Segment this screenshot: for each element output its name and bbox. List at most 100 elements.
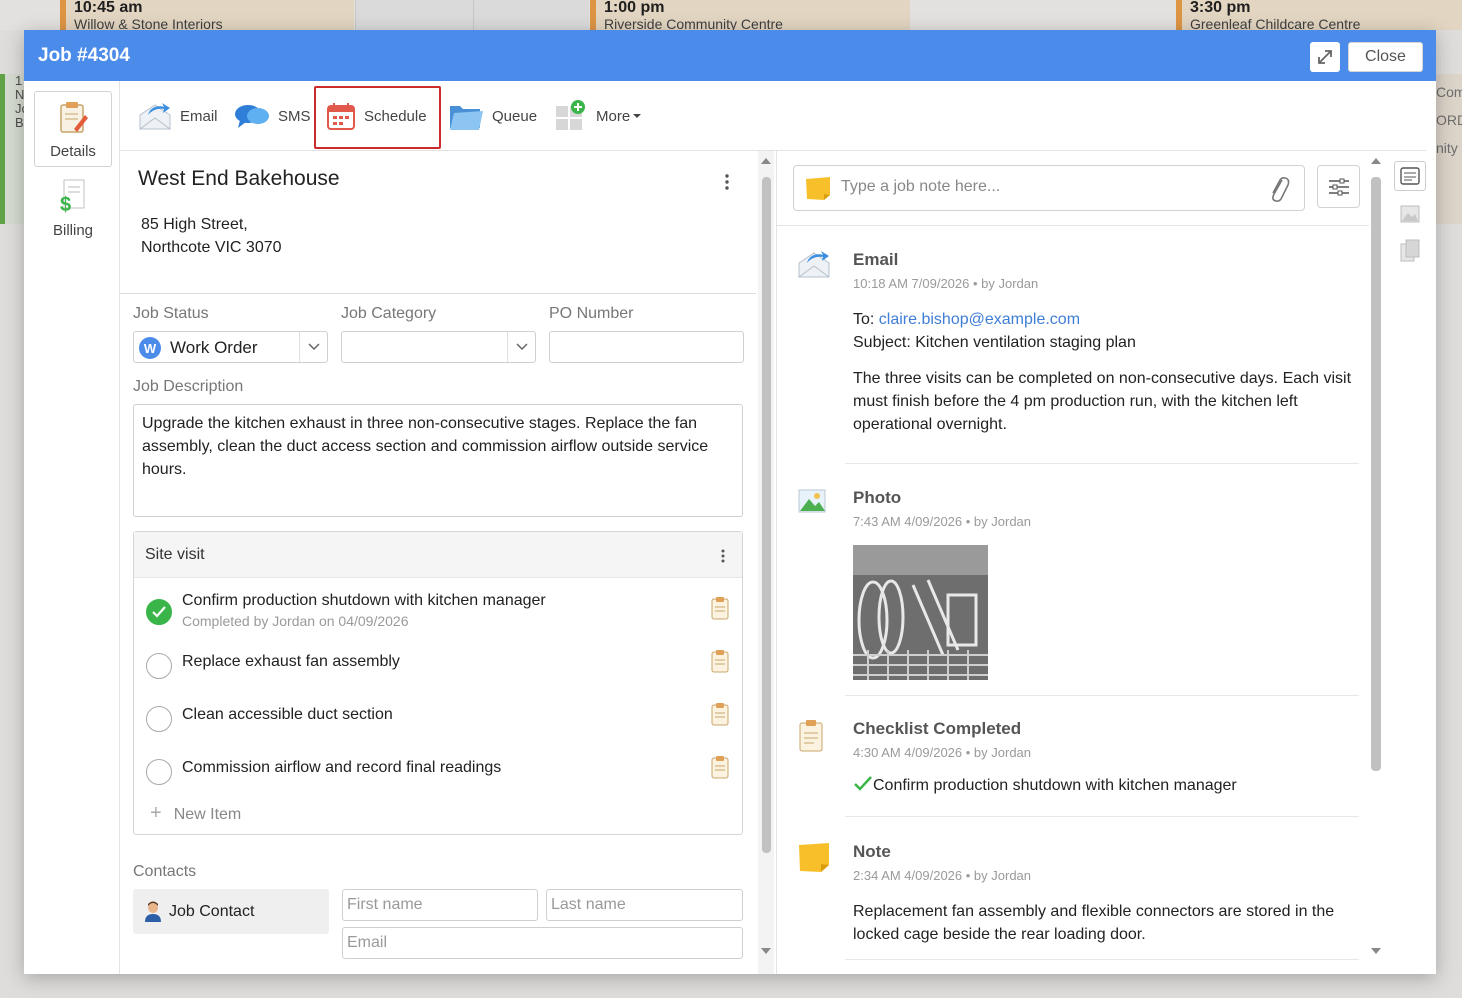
job-modal: Job #4304 Close Details $ Billing Email … (24, 30, 1436, 974)
filter-sliders-icon (1328, 178, 1349, 195)
job-note-input[interactable]: Type a job note here... (793, 165, 1305, 211)
checklist-menu-button[interactable] (720, 548, 726, 564)
job-status-label: Job Status (133, 305, 209, 322)
scroll-up-icon (761, 158, 771, 164)
checklist-checkbox[interactable] (146, 653, 172, 679)
list-icon (1400, 167, 1420, 185)
checklist-note-button[interactable] (710, 755, 730, 784)
filter-button[interactable] (1317, 165, 1360, 208)
side-nav-billing[interactable]: $ Billing (34, 169, 112, 245)
documents-filter-button[interactable] (1400, 239, 1420, 268)
checklist-checkbox[interactable] (146, 599, 172, 625)
job-description-textarea[interactable]: Upgrade the kitchen exhaust in three non… (133, 404, 743, 517)
job-details-pane: West End Bakehouse 85 High Street, North… (120, 151, 776, 974)
notepad-icon (60, 102, 88, 133)
side-nav-details[interactable]: Details (34, 91, 112, 167)
checklist-item-text: Replace exhaust fan assembly (182, 653, 400, 670)
more-button-label: More (596, 107, 631, 125)
activity-divider (845, 959, 1359, 960)
activity-checklist-completed: Checklist Completed 4:30 AM 4/09/2026 • … (777, 716, 1369, 836)
paperclip-icon[interactable] (1268, 174, 1290, 204)
sticky-note-icon (806, 177, 830, 200)
checklist-note-button[interactable] (710, 649, 730, 678)
new-checklist-item-button[interactable]: + New Item (150, 802, 241, 825)
job-category-label: Job Category (341, 305, 437, 322)
close-button[interactable]: Close (1348, 42, 1423, 72)
activity-divider (845, 816, 1359, 817)
email-link[interactable]: claire.bishop@example.com (879, 311, 1080, 328)
sms-button[interactable]: SMS (234, 81, 311, 151)
side-nav: Details $ Billing (24, 81, 120, 974)
scroll-down-icon (761, 948, 771, 954)
checkmark-icon (854, 776, 872, 791)
activity-note: Note 2:34 AM 4/09/2026 • by Jordan Repla… (777, 839, 1369, 974)
email-body: The three visits can be completed on non… (853, 370, 1352, 433)
company-menu-button[interactable] (724, 173, 730, 191)
modal-header: Job #4304 Close (24, 30, 1436, 81)
email-subject: Subject: Kitchen ventilation staging pla… (853, 334, 1136, 351)
documents-icon (1400, 239, 1420, 262)
clipboard-icon (711, 756, 729, 779)
company-name: West End Bakehouse (138, 167, 340, 190)
checklist-note-button[interactable] (710, 596, 730, 625)
address-line: Northcote VIC 3070 (141, 239, 282, 256)
caret-down-icon (633, 114, 642, 118)
more-button[interactable]: More (554, 81, 642, 151)
activity-divider (845, 695, 1359, 696)
po-number-input[interactable] (549, 331, 744, 363)
activity-divider (845, 463, 1359, 464)
photo-thumbnail[interactable] (853, 545, 988, 680)
activity-title: Note (853, 842, 891, 861)
plus-icon: + (150, 802, 162, 824)
clipboard-icon (711, 703, 729, 726)
status-badge: W (139, 337, 161, 359)
note-body: Replacement fan assembly and flexible co… (853, 903, 1335, 943)
clipboard-icon (711, 597, 729, 620)
checklist-item: Clean accessible duct section (146, 703, 736, 738)
checklist-checkbox[interactable] (146, 759, 172, 785)
scroll-thumb[interactable] (762, 177, 771, 853)
po-number-label: PO Number (549, 305, 634, 322)
left-scrollbar[interactable] (758, 151, 774, 974)
queue-button[interactable]: Queue (448, 81, 537, 151)
email-icon (139, 103, 171, 130)
expand-button[interactable] (1310, 42, 1340, 72)
activity-title: Checklist Completed (853, 719, 1022, 738)
activity-photo: Photo 7:43 AM 4/09/2026 • by Jordan (777, 485, 1369, 725)
sms-button-label: SMS (278, 107, 311, 125)
checklist-note-button[interactable] (710, 702, 730, 731)
first-name-input[interactable]: First name (342, 889, 538, 921)
last-name-input[interactable]: Last name (546, 889, 743, 921)
checklist-checkbox[interactable] (146, 706, 172, 732)
side-nav-label: Billing (52, 222, 94, 239)
activity-meta: 4:30 AM 4/09/2026 • by Jordan (853, 745, 1032, 760)
image-icon (1400, 205, 1420, 223)
scroll-thumb[interactable] (1371, 177, 1381, 771)
schedule-highlight (314, 86, 441, 149)
svg-text:$: $ (60, 194, 71, 214)
expand-icon (1318, 50, 1332, 64)
checklist-item-text: Commission airflow and record final read… (182, 759, 502, 776)
kebab-icon (725, 174, 729, 190)
email-input[interactable]: Email (342, 927, 743, 959)
job-contact-chip[interactable]: Job Contact (133, 889, 329, 934)
job-status-select[interactable]: W Work Order (133, 331, 328, 363)
clipboard-icon (799, 720, 823, 752)
email-button-label: Email (180, 107, 218, 125)
kebab-icon (721, 549, 725, 563)
person-icon (145, 901, 161, 922)
scroll-down-icon (1371, 948, 1381, 954)
add-widget-icon (556, 100, 585, 130)
billing-icon: $ (60, 179, 85, 214)
job-contact-label: Job Contact (169, 902, 255, 920)
all-activity-button[interactable] (1394, 161, 1426, 191)
right-scrollbar[interactable] (1369, 151, 1383, 974)
email-icon (798, 251, 830, 278)
photos-filter-button[interactable] (1400, 203, 1420, 230)
job-category-select[interactable] (341, 331, 536, 363)
sticky-note-icon (799, 843, 829, 872)
chevron-down-icon (507, 332, 535, 362)
checklist-card: Site visit Confirm production shutdown w… (133, 531, 743, 835)
checklist-item: Confirm production shutdown with kitchen… (146, 592, 736, 638)
email-button[interactable]: Email (138, 81, 218, 151)
